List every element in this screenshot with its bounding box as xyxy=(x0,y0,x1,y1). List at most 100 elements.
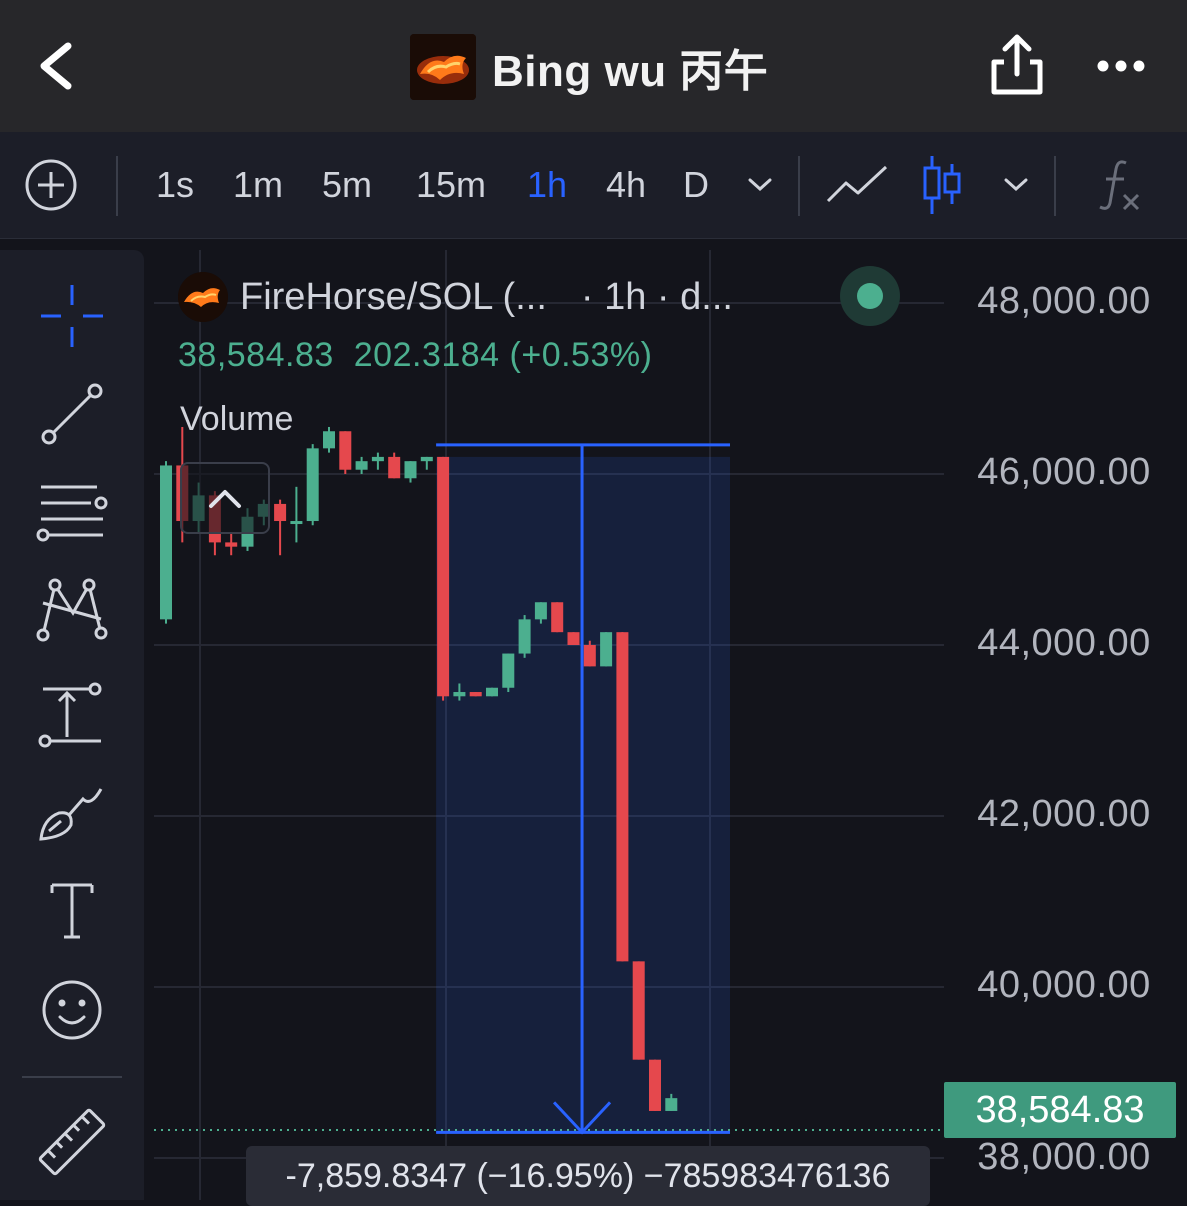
fib-lines-icon xyxy=(36,485,108,542)
text-icon xyxy=(50,883,94,939)
symbol-interval: · 1h · d... xyxy=(580,275,733,318)
candle-body xyxy=(583,645,596,667)
header-title-group: Bing wu 丙午 xyxy=(410,34,768,100)
toolbar-divider xyxy=(1054,156,1056,216)
candle-body xyxy=(274,503,287,522)
tools-divider xyxy=(22,1076,122,1078)
measure-icon xyxy=(38,682,102,748)
price-axis-label: 44,000.00 xyxy=(977,622,1151,664)
trend-line-icon xyxy=(41,383,103,445)
share-icon xyxy=(991,34,1043,95)
share-button[interactable] xyxy=(986,32,1048,100)
app-header: Bing wu 丙午 xyxy=(0,0,1187,132)
symbol-logo xyxy=(178,272,228,322)
measure-tool[interactable] xyxy=(32,674,112,754)
price-axis-label: 46,000.00 xyxy=(977,451,1151,493)
candle-body xyxy=(225,542,238,547)
crosshair-icon xyxy=(41,285,103,347)
fire-horse-icon xyxy=(410,34,476,100)
measure-tooltip: -7,859.8347 (−16.95%) −785983476136 xyxy=(246,1146,930,1206)
market-status[interactable] xyxy=(840,266,900,326)
brush-icon xyxy=(39,788,103,841)
candles-chart-button[interactable] xyxy=(914,132,970,238)
timeframe-d[interactable]: D xyxy=(674,132,718,238)
price-axis-label: 40,000.00 xyxy=(977,964,1151,1006)
candle-body xyxy=(502,653,515,688)
fire-horse-icon xyxy=(178,272,228,322)
chevron-up-icon xyxy=(209,490,241,508)
candle-body xyxy=(306,448,319,522)
add-indicator-button[interactable] xyxy=(18,132,84,238)
function-icon xyxy=(1099,160,1140,211)
current-price-label: 38,584.83 xyxy=(944,1082,1176,1138)
candle-body xyxy=(534,602,547,620)
candle-body xyxy=(355,461,368,470)
drawing-tools-panel xyxy=(0,250,144,1200)
timeframe-15m[interactable]: 15m xyxy=(404,132,498,238)
line-chart-icon xyxy=(826,165,888,203)
crosshair-tool[interactable] xyxy=(32,276,112,356)
candle-body xyxy=(616,632,629,962)
chart-pane[interactable] xyxy=(154,250,1187,1200)
candle-body xyxy=(453,692,466,697)
candle-body xyxy=(469,692,482,697)
toolbar-divider xyxy=(798,156,800,216)
timeframe-1m[interactable]: 1m xyxy=(224,132,292,238)
timeframe-1s[interactable]: 1s xyxy=(146,132,204,238)
trend-line-tool[interactable] xyxy=(32,374,112,454)
pattern-icon xyxy=(36,578,108,642)
price-axis-label: 48,000.00 xyxy=(977,280,1151,322)
market-open-dot xyxy=(857,283,883,309)
page-title: Bing wu 丙午 xyxy=(492,47,769,96)
emoji-tool[interactable] xyxy=(32,970,112,1050)
candle-body xyxy=(371,456,384,462)
candle-body xyxy=(420,456,433,462)
ruler-icon xyxy=(38,1108,106,1176)
chart-legend[interactable]: FireHorse/SOL (... · 1h · d... xyxy=(178,268,733,326)
text-tool[interactable] xyxy=(32,870,112,950)
chart-type-dropdown[interactable] xyxy=(994,132,1038,238)
ruler-tool[interactable] xyxy=(32,1102,112,1182)
candle-body xyxy=(290,521,303,525)
candlestick-icon xyxy=(923,156,961,214)
candle-body xyxy=(551,602,564,633)
price-change: 202.3184 (+0.53%) xyxy=(353,336,653,374)
token-logo xyxy=(410,34,476,100)
back-button[interactable] xyxy=(28,34,88,98)
timeframe-4h[interactable]: 4h xyxy=(596,132,656,238)
plus-circle-icon xyxy=(25,159,77,211)
candle-body xyxy=(486,687,498,697)
timeframe-5m[interactable]: 5m xyxy=(312,132,382,238)
candle-body xyxy=(437,456,450,697)
price-axis-label: 42,000.00 xyxy=(977,793,1151,835)
candle-body xyxy=(632,961,645,1060)
candle-body xyxy=(388,456,401,479)
candle-body xyxy=(518,619,531,654)
candle-body xyxy=(600,632,613,667)
emoji-icon xyxy=(42,980,102,1040)
volume-indicator-label[interactable]: Volume xyxy=(180,400,293,439)
chevron-down-icon xyxy=(748,178,772,192)
more-button[interactable] xyxy=(1090,40,1152,92)
price-chart[interactable] xyxy=(154,250,1187,1200)
chart-toolbar: 1s 1m 5m 15m 1h 4h D xyxy=(0,132,1187,239)
candle-body xyxy=(160,465,172,620)
candle-body xyxy=(404,461,417,479)
brush-tool[interactable] xyxy=(32,772,112,852)
chevron-down-icon xyxy=(1004,178,1028,192)
last-price: 38,584.83 xyxy=(178,336,334,374)
candle-body xyxy=(649,1059,661,1111)
toolbar-divider xyxy=(116,156,118,216)
chevron-left-icon xyxy=(40,42,72,90)
price-axis-label: 38,000.00 xyxy=(977,1136,1151,1178)
timeframe-dropdown[interactable] xyxy=(738,132,782,238)
line-chart-button[interactable] xyxy=(822,132,892,238)
timeframe-1h[interactable]: 1h xyxy=(518,132,576,238)
symbol-name: FireHorse/SOL (... xyxy=(240,275,547,318)
collapse-legend-button[interactable] xyxy=(180,462,270,534)
pattern-tool[interactable] xyxy=(32,570,112,650)
more-horizontal-icon xyxy=(1097,60,1145,72)
indicators-button[interactable] xyxy=(1090,132,1150,238)
candle-body xyxy=(339,431,352,470)
fib-lines-tool[interactable] xyxy=(32,472,112,552)
